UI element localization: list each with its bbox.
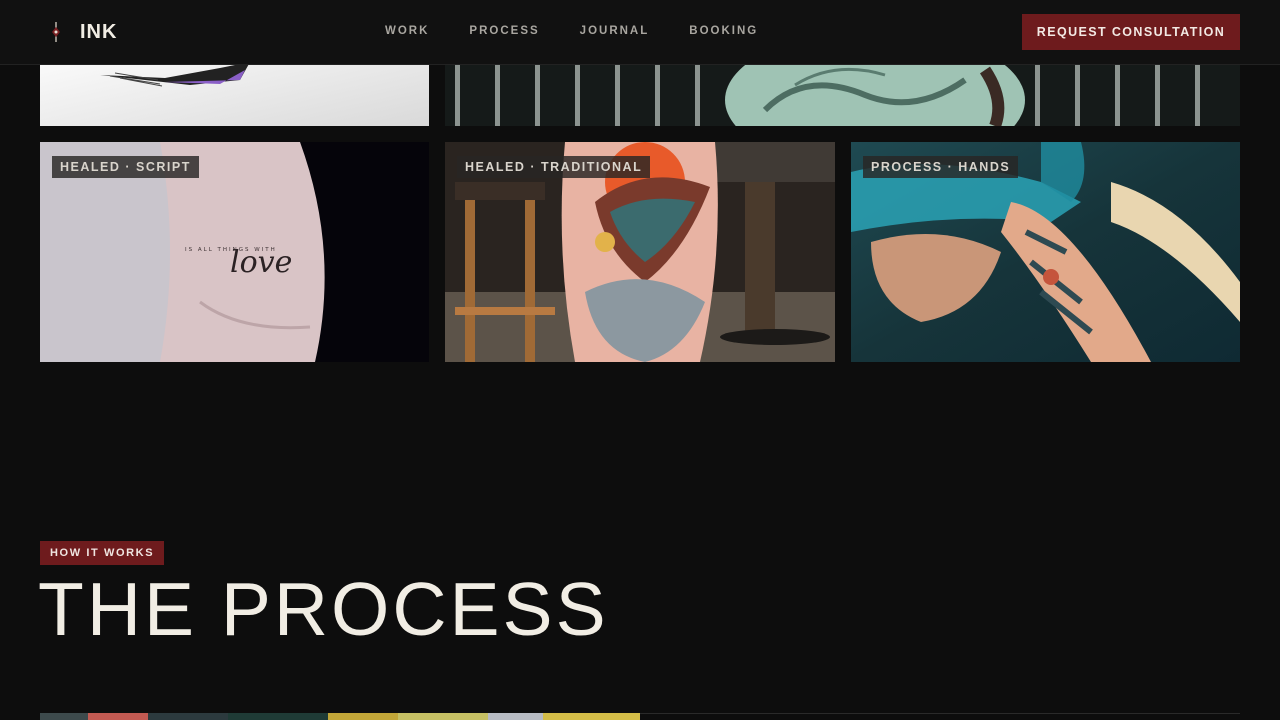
- tile-tag: HEALED · TRADITIONAL: [457, 156, 651, 178]
- top-navigation: INK WORK PROCESS JOURNAL BOOKING REQUEST…: [0, 0, 1280, 65]
- brand-logo[interactable]: INK: [46, 20, 117, 44]
- tattoo-small-text: IS ALL THINGS WITH: [185, 247, 277, 253]
- nav-link-process[interactable]: PROCESS: [469, 25, 539, 37]
- section-eyebrow: HOW IT WORKS: [40, 541, 165, 565]
- tile-tag: HEALED · SCRIPT: [52, 156, 199, 178]
- tile-tag: PROCESS · HANDS: [863, 156, 1019, 178]
- gallery-tile-traditional[interactable]: HEALED · TRADITIONAL: [445, 142, 835, 362]
- process-image-strip: [40, 713, 640, 720]
- gallery-tile-script[interactable]: love IS ALL THINGS WITH HEALED · SCRIPT: [40, 142, 429, 362]
- needle-mark-icon: [46, 20, 66, 44]
- nav-link-booking[interactable]: BOOKING: [689, 25, 758, 37]
- nav-link-work[interactable]: WORK: [385, 25, 429, 37]
- section-title: THE PROCESS: [38, 567, 609, 651]
- request-consultation-button[interactable]: REQUEST CONSULTATION: [1022, 14, 1240, 50]
- nav-link-journal[interactable]: JOURNAL: [580, 25, 650, 37]
- section-divider: [640, 713, 1240, 714]
- gallery-tile-hands[interactable]: PROCESS · HANDS: [851, 142, 1240, 362]
- brand-name: INK: [80, 20, 118, 43]
- main-menu: WORK PROCESS JOURNAL BOOKING: [385, 25, 758, 37]
